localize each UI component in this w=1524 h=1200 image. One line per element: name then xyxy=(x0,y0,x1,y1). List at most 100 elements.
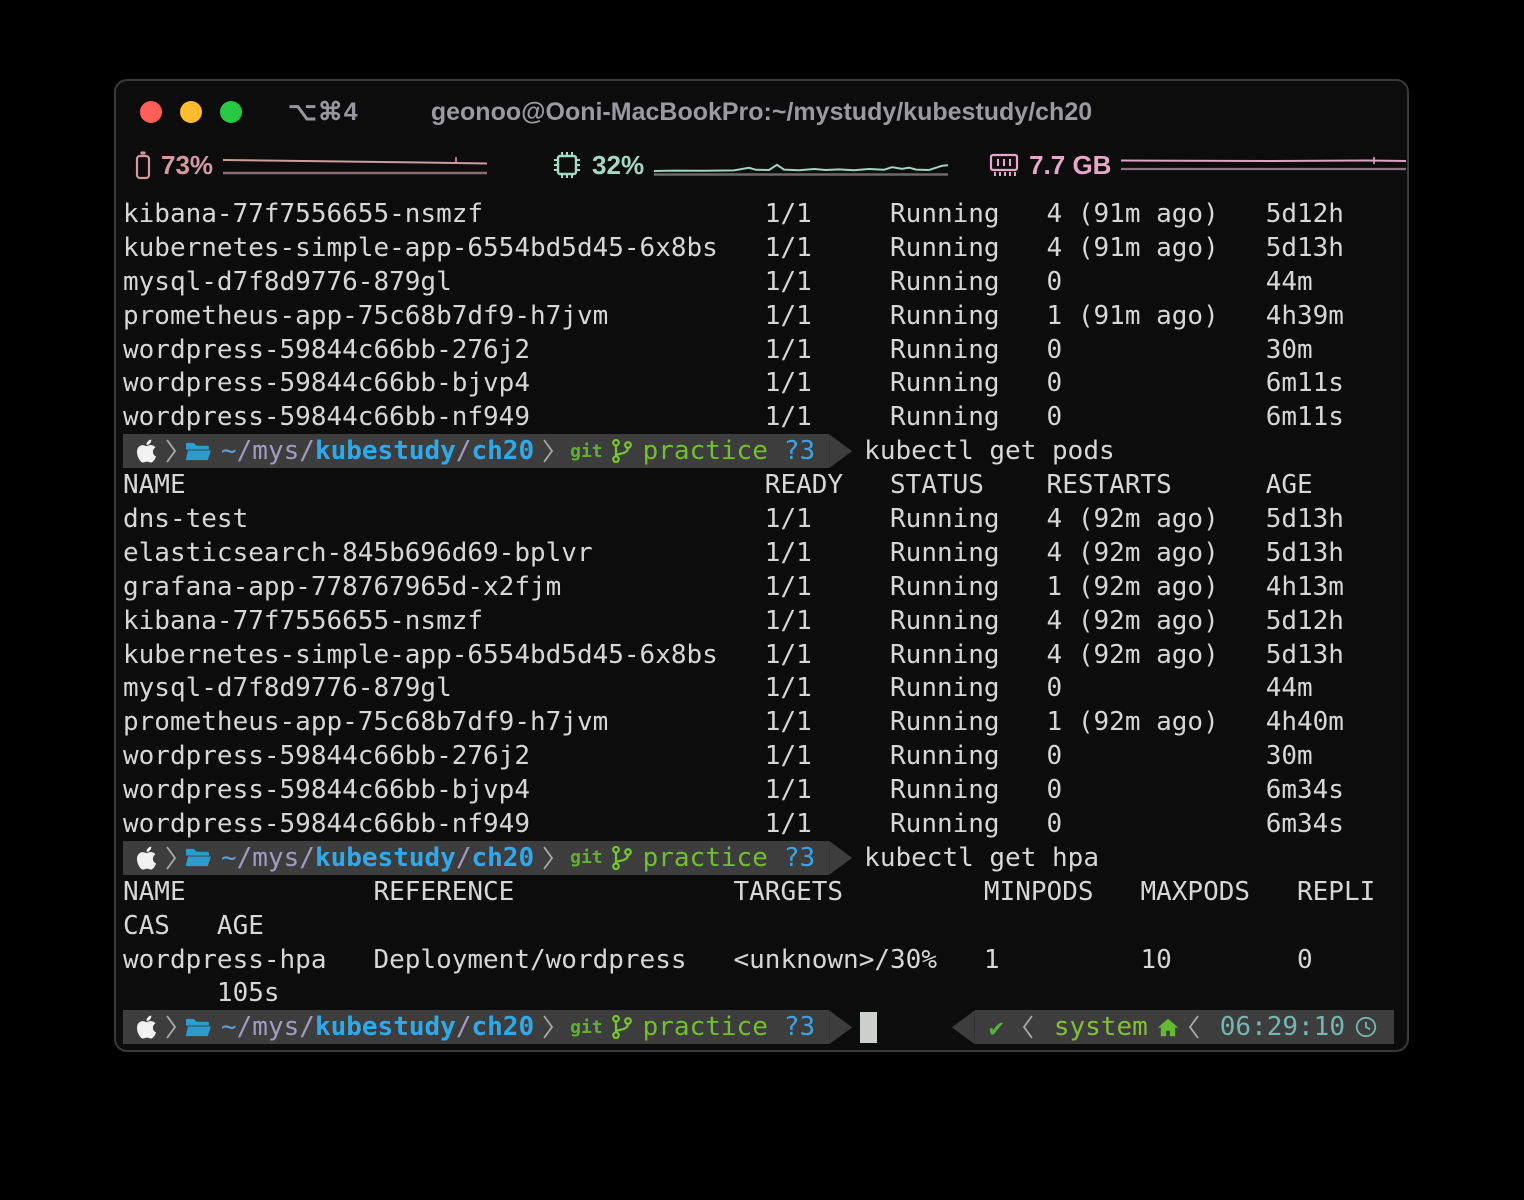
terminal-line: wordpress-59844c66bb-bjvp4 1/1 Running 0… xyxy=(123,773,1407,807)
time-label: 06:29:10 xyxy=(1219,1012,1345,1043)
terminal-text: kibana-77f7556655-nsmzf 1/1 Running 4 (9… xyxy=(123,605,1344,636)
folder-icon xyxy=(185,442,211,460)
terminal-text: kibana-77f7556655-nsmzf 1/1 Running 4 (9… xyxy=(123,198,1344,229)
terminal-text: wordpress-59844c66bb-276j2 1/1 Running 0… xyxy=(123,334,1313,365)
cpu-widget: 32% xyxy=(551,149,949,181)
right-status-arrow xyxy=(951,1010,975,1045)
terminal-text: wordpress-59844c66bb-nf949 1/1 Running 0… xyxy=(123,402,1344,433)
right-status-segment: ✔ system 06:29:10 xyxy=(974,1010,1394,1045)
chevron-right-icon xyxy=(543,439,554,463)
terminal-line: wordpress-59844c66bb-nf949 1/1 Running 0… xyxy=(123,400,1407,434)
close-button[interactable] xyxy=(140,101,162,123)
git-label: git xyxy=(570,440,603,462)
zoom-button[interactable] xyxy=(220,101,242,123)
chevron-right-icon xyxy=(543,1015,554,1039)
terminal-line: dns-test 1/1 Running 4 (92m ago) 5d13h xyxy=(123,502,1407,536)
battery-icon xyxy=(135,151,151,180)
path-separator: / xyxy=(455,1012,472,1043)
memory-graph xyxy=(1121,157,1407,171)
memory-widget: 7.7 GB xyxy=(988,149,1407,181)
terminal-text: 105s xyxy=(123,978,280,1009)
path-current-dir: ch20 xyxy=(471,436,535,467)
terminal-text: wordpress-59844c66bb-bjvp4 1/1 Running 0… xyxy=(123,368,1344,399)
terminal-text: mysql-d7f8d9776-879gl 1/1 Running 0 44m xyxy=(123,673,1313,704)
path-mid: /mys/ xyxy=(236,1012,315,1043)
path-separator: / xyxy=(455,842,472,873)
git-branch-icon xyxy=(611,438,632,464)
prompt-path: ~/mys/kubestudy/ch20 xyxy=(221,1012,534,1042)
prompt-line: ~/mys/kubestudy/ch20 git practice ?3 ✔ s… xyxy=(123,1010,1407,1045)
chevron-left-icon xyxy=(1022,1015,1033,1039)
path-separator: / xyxy=(455,436,472,467)
cpu-percent: 32% xyxy=(592,149,645,180)
status-bar: 73% 32% 7.7 GB xyxy=(116,143,1407,187)
cpu-graph xyxy=(654,163,949,176)
prompt-line: ~/mys/kubestudy/ch20 git practice ?3 kub… xyxy=(123,840,1407,875)
traffic-lights xyxy=(140,101,242,123)
path-mid: /mys/ xyxy=(236,436,315,467)
terminal-line: kibana-77f7556655-nsmzf 1/1 Running 4 (9… xyxy=(123,604,1407,638)
terminal-text: wordpress-59844c66bb-bjvp4 1/1 Running 0… xyxy=(123,775,1344,806)
path-mid: /mys/ xyxy=(236,842,315,873)
terminal-text: dns-test 1/1 Running 4 (92m ago) 5d13h xyxy=(123,503,1344,534)
terminal-line: CAS AGE xyxy=(123,909,1407,943)
git-label: git xyxy=(570,1016,603,1038)
memory-icon xyxy=(989,153,1019,176)
prompt-line: ~/mys/kubestudy/ch20 git practice ?3 kub… xyxy=(123,434,1407,469)
git-branch-name: practice xyxy=(642,436,768,467)
git-branch-name: practice xyxy=(642,842,768,873)
terminal-text: kubernetes-simple-app-6554bd5d45-6x8bs 1… xyxy=(123,639,1344,670)
status-ok-check: ✔ xyxy=(988,1012,1004,1042)
apple-icon xyxy=(136,846,157,870)
memory-amount: 7.7 GB xyxy=(1029,149,1112,180)
terminal-body[interactable]: kibana-77f7556655-nsmzf 1/1 Running 4 (9… xyxy=(116,187,1407,1045)
terminal-line: kubernetes-simple-app-6554bd5d45-6x8bs 1… xyxy=(123,638,1407,672)
path-anchor: kubestudy xyxy=(314,1012,456,1043)
battery-graph xyxy=(223,157,488,175)
terminal-cursor[interactable] xyxy=(860,1011,878,1043)
battery-percent: 73% xyxy=(161,149,214,180)
prompt-arrow xyxy=(829,840,853,875)
terminal-text: prometheus-app-75c68b7df9-h7jvm 1/1 Runn… xyxy=(123,707,1344,738)
apple-icon xyxy=(136,1015,157,1039)
path-anchor: kubestudy xyxy=(314,436,456,467)
chevron-right-icon xyxy=(166,1015,177,1039)
battery-widget: 73% xyxy=(134,149,488,181)
title-bar[interactable]: ⌥⌘4 geonoo@Ooni-MacBookPro:~/mystudy/kub… xyxy=(116,81,1407,143)
git-status-counter: ?3 xyxy=(783,842,816,873)
folder-icon xyxy=(185,849,211,867)
terminal-line: mysql-d7f8d9776-879gl 1/1 Running 0 44m xyxy=(123,671,1407,705)
prompt-segment: ~/mys/kubestudy/ch20 git practice ?3 xyxy=(123,434,830,469)
terminal-window: ⌥⌘4 geonoo@Ooni-MacBookPro:~/mystudy/kub… xyxy=(114,79,1409,1052)
chevron-left-icon xyxy=(1188,1015,1199,1039)
terminal-line: prometheus-app-75c68b7df9-h7jvm 1/1 Runn… xyxy=(123,705,1407,739)
terminal-line: wordpress-hpa Deployment/wordpress <unkn… xyxy=(123,943,1407,977)
path-anchor: kubestudy xyxy=(314,842,456,873)
chevron-right-icon xyxy=(166,439,177,463)
terminal-text: elasticsearch-845b696d69-bplvr 1/1 Runni… xyxy=(123,537,1344,568)
window-shortcut-label: ⌥⌘4 xyxy=(288,98,359,126)
git-branch-icon xyxy=(611,845,632,871)
terminal-line: wordpress-59844c66bb-bjvp4 1/1 Running 0… xyxy=(123,366,1407,400)
terminal-line: 105s xyxy=(123,976,1407,1010)
minimize-button[interactable] xyxy=(180,101,202,123)
home-icon xyxy=(1157,1018,1178,1037)
path-home: ~ xyxy=(221,842,237,873)
clock-icon xyxy=(1355,1017,1377,1038)
folder-icon xyxy=(185,1018,211,1036)
terminal-text: grafana-app-778767965d-x2fjm 1/1 Running… xyxy=(123,571,1344,602)
terminal-line: mysql-d7f8d9776-879gl 1/1 Running 0 44m xyxy=(123,265,1407,299)
git-status-counter: ?3 xyxy=(783,436,816,467)
terminal-line: kibana-77f7556655-nsmzf 1/1 Running 4 (9… xyxy=(123,197,1407,231)
terminal-line: wordpress-59844c66bb-nf949 1/1 Running 0… xyxy=(123,807,1407,841)
prompt-arrow xyxy=(829,434,853,469)
terminal-text: CAS AGE xyxy=(123,910,264,941)
git-label: git xyxy=(570,847,603,869)
terminal-text: mysql-d7f8d9776-879gl 1/1 Running 0 44m xyxy=(123,266,1313,297)
git-branch-icon xyxy=(611,1015,632,1040)
command-text: kubectl get hpa xyxy=(864,842,1099,873)
chevron-right-icon xyxy=(543,846,554,870)
cpu-icon xyxy=(554,152,581,178)
path-home: ~ xyxy=(221,1012,237,1043)
command-text: kubectl get pods xyxy=(864,436,1115,467)
